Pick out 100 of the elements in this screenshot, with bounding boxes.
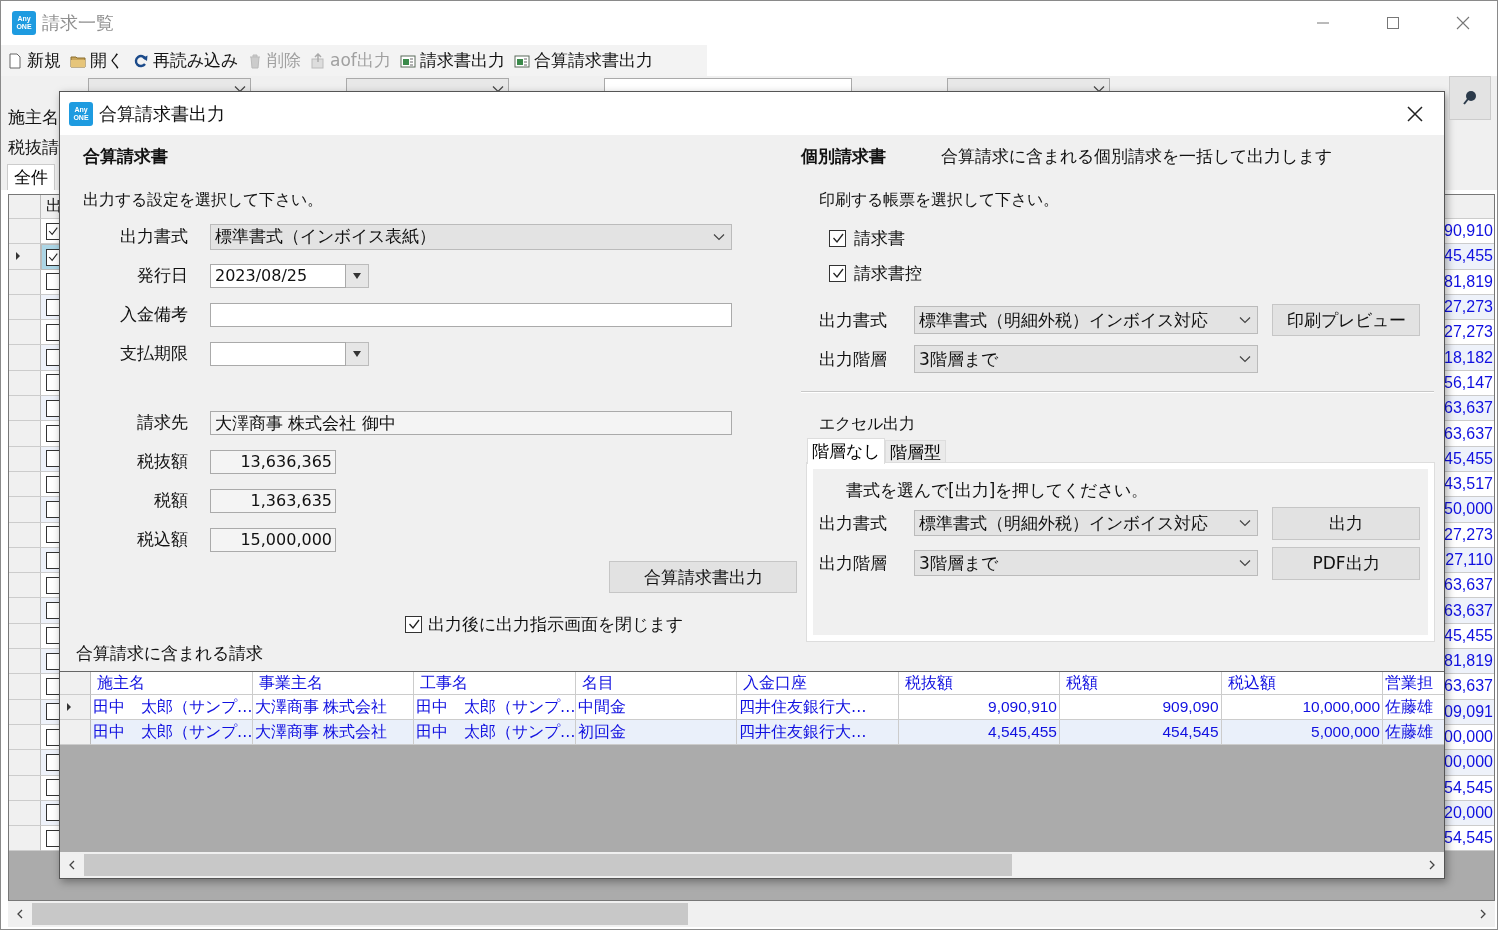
checkbox[interactable] (46, 475, 60, 493)
checkbox[interactable] (46, 627, 60, 645)
scrollbar[interactable] (8, 901, 1495, 927)
table-cell: 56,147 (1444, 373, 1493, 392)
table-cell: 27,110 (1445, 551, 1493, 569)
table-cell: 43,517 (1444, 475, 1493, 494)
section-heading: エクセル出力 (818, 413, 916, 435)
row-header[interactable] (9, 244, 41, 270)
toolbar-button[interactable]: 新規 (7, 49, 61, 72)
toolbar-button[interactable]: 請求書出力 (399, 49, 505, 72)
checkbox[interactable] (46, 576, 60, 594)
checkbox[interactable] (46, 779, 60, 797)
tab[interactable]: 全件 (7, 164, 55, 190)
tab[interactable]: 階層型 (885, 440, 946, 463)
row-pointer-icon (66, 703, 72, 711)
pin-button[interactable] (1449, 76, 1491, 120)
spreadsheet-icon (399, 52, 416, 69)
checkbox[interactable] (46, 248, 60, 266)
tab[interactable]: 階層なし (807, 438, 885, 464)
table-cell: 大澤商事 株式会社 (252, 720, 414, 745)
checkbox[interactable] (46, 551, 60, 569)
table-cell: 50,000 (1444, 500, 1493, 519)
scrollbar[interactable] (60, 852, 1444, 878)
amount-field: 1,363,635 (210, 488, 336, 513)
checkbox[interactable] (46, 222, 60, 240)
spreadsheet-icon (513, 52, 530, 69)
checkbox[interactable] (46, 450, 60, 468)
close-icon[interactable] (1455, 15, 1471, 31)
dropdown-button[interactable] (346, 263, 369, 288)
checkbox[interactable] (46, 753, 60, 771)
table-cell: 09,091 (1444, 702, 1493, 721)
pin-icon (1461, 89, 1479, 107)
scroll-thumb[interactable] (84, 854, 1012, 876)
checkbox-label: 請求書 (854, 226, 905, 250)
toolbar-button[interactable]: 合算請求書出力 (513, 49, 653, 72)
checkbox[interactable] (829, 264, 846, 282)
checkbox[interactable] (46, 829, 60, 847)
triangle-down-icon (353, 350, 361, 357)
text-field[interactable]: 大澤商事 株式会社 御中 (210, 410, 732, 435)
checkbox[interactable] (46, 273, 60, 291)
checkbox[interactable] (46, 602, 60, 620)
dropdown[interactable]: 3階層まで (914, 345, 1258, 373)
field-label: 税抜額 (136, 450, 188, 473)
button[interactable]: 印刷プレビュー (1272, 304, 1420, 336)
checkbox[interactable] (46, 728, 60, 746)
toolbar-button[interactable]: 開く (70, 49, 124, 72)
field-label: 発行日 (136, 264, 188, 287)
caret-icon (1239, 355, 1251, 363)
close-icon (1406, 104, 1424, 123)
arrow-right-icon (1428, 860, 1436, 870)
table-cell: 田中 太郎（サンプ… (91, 720, 253, 745)
checkbox[interactable] (46, 298, 60, 316)
field-label: 出力書式 (119, 225, 188, 248)
window-title: 請求一覧 (42, 11, 114, 35)
button[interactable]: PDF出力 (1272, 546, 1420, 580)
checkbox[interactable] (46, 374, 60, 392)
table-cell: 18,182 (1444, 348, 1493, 367)
checkbox[interactable] (829, 229, 846, 247)
maximize-icon[interactable] (1385, 15, 1401, 31)
checkbox[interactable] (46, 678, 60, 695)
amount-field: 13,636,365 (210, 449, 336, 474)
button[interactable]: 出力 (1272, 506, 1420, 540)
table-cell: 54,545 (1444, 829, 1493, 848)
caret-icon (1239, 519, 1251, 527)
checkbox[interactable] (46, 500, 60, 518)
checkbox[interactable] (46, 349, 60, 367)
checkbox[interactable] (46, 399, 60, 417)
field-label: 支払期限 (119, 342, 188, 365)
export-icon (310, 52, 326, 69)
date-field[interactable] (210, 341, 346, 366)
table-cell: 45,455 (1444, 626, 1493, 645)
dropdown[interactable]: 標準書式（明細外税）インボイス対応 (914, 510, 1258, 536)
field-label: 出力階層 (819, 347, 888, 371)
dropdown[interactable]: 標準書式（インボイス表紙） (210, 223, 732, 250)
table-cell: 90,910 (1444, 222, 1493, 241)
trash-icon (247, 52, 263, 69)
table-cell: 63,637 (1444, 424, 1493, 443)
table-cell: 佐藤雄 (1383, 720, 1444, 745)
triangle-down-icon (353, 272, 361, 279)
dropdown[interactable]: 3階層まで (914, 550, 1258, 576)
checkbox[interactable] (46, 425, 60, 442)
checkbox[interactable] (46, 804, 60, 822)
checkbox[interactable] (46, 652, 60, 670)
dropdown[interactable]: 標準書式（明細外税）インボイス対応 (914, 306, 1258, 334)
table-cell: 63,637 (1444, 576, 1493, 595)
caret-icon (713, 232, 725, 241)
arrow-left-icon (16, 909, 24, 919)
dropdown-button[interactable] (346, 341, 369, 366)
checkbox[interactable] (46, 323, 60, 341)
checkbox[interactable] (46, 703, 60, 721)
date-field[interactable]: 2023/08/25 (210, 263, 346, 288)
toolbar-button[interactable]: 再読み込み (133, 49, 238, 72)
output-button[interactable]: 合算請求書出力 (609, 561, 797, 593)
checkbox[interactable] (46, 526, 60, 544)
document-icon (7, 52, 23, 69)
field-label: 入金備考 (119, 303, 188, 326)
scroll-thumb[interactable] (32, 903, 688, 925)
table-cell: 5,000,000 (1221, 720, 1383, 745)
checkbox[interactable] (405, 615, 422, 633)
text-field[interactable] (210, 302, 732, 327)
